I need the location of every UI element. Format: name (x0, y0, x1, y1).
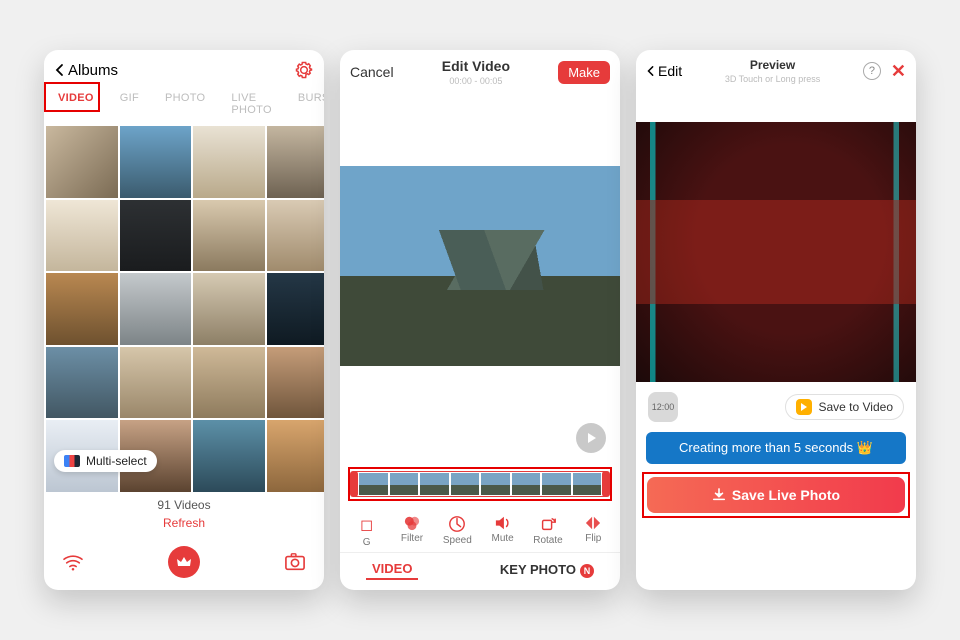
media-grid (44, 126, 324, 492)
timeline-thumb (481, 473, 510, 495)
grid-item[interactable] (46, 347, 118, 419)
chevron-left-icon (646, 64, 656, 78)
refresh-button[interactable]: Refresh (44, 516, 324, 530)
tab-burst[interactable]: BURST (292, 88, 324, 120)
grid-item[interactable] (193, 347, 265, 419)
grid-item[interactable] (267, 200, 324, 272)
multiselect-button[interactable]: Multi-select (54, 450, 157, 472)
grid-item[interactable] (46, 273, 118, 345)
tool-mute[interactable]: Mute (481, 515, 525, 548)
grid-item[interactable] (120, 126, 192, 198)
screen-album: Albums VIDEO GIF PHOTO LIVE PHOTO BURST (44, 50, 324, 590)
tool-filter[interactable]: Filter (390, 515, 434, 548)
trim-slider[interactable] (352, 471, 608, 497)
tool-speed[interactable]: Speed (435, 515, 479, 548)
bottom-tab-keyphoto[interactable]: KEY PHOTON (500, 562, 594, 578)
timeline-thumb (359, 473, 388, 495)
play-icon (585, 432, 597, 444)
mute-icon (494, 515, 512, 531)
edit-title: Edit Video (442, 58, 510, 74)
grid-item[interactable] (193, 126, 265, 198)
tool-flip[interactable]: Flip (571, 515, 615, 548)
bottom-tab-video[interactable]: VIDEO (366, 559, 418, 580)
grid-item[interactable] (120, 200, 192, 272)
tab-gif[interactable]: GIF (114, 88, 145, 120)
new-badge: N (580, 564, 594, 578)
tab-photo[interactable]: PHOTO (159, 88, 211, 120)
trim-highlight-box (348, 467, 612, 501)
live-photo-preview[interactable] (636, 122, 916, 382)
grid-item[interactable] (46, 126, 118, 198)
camera-icon[interactable] (284, 552, 306, 572)
premium-button[interactable] (168, 546, 200, 578)
multiselect-icon (64, 455, 80, 467)
gear-icon (294, 60, 314, 80)
play-button[interactable] (576, 423, 606, 453)
back-albums[interactable]: Albums (54, 62, 118, 79)
grid-item[interactable] (193, 273, 265, 345)
video-preview[interactable] (340, 166, 620, 366)
grid-item[interactable] (267, 273, 324, 345)
timeline-thumb (390, 473, 419, 495)
grid-item[interactable] (120, 273, 192, 345)
grid-item[interactable] (267, 420, 324, 492)
multiselect-label: Multi-select (86, 454, 147, 468)
tool-rotate[interactable]: Rotate (526, 515, 570, 548)
crown-icon (176, 555, 192, 569)
video-icon (796, 399, 812, 415)
video-count-label: 91 Videos (44, 498, 324, 512)
chevron-left-icon (54, 63, 66, 77)
tab-livephoto[interactable]: LIVE PHOTO (225, 88, 277, 120)
time-range-label: 00:00 - 00:05 (442, 76, 510, 86)
make-button[interactable]: Make (558, 61, 610, 84)
screen-edit-video: Cancel Edit Video 00:00 - 00:05 Make ◻G … (340, 50, 620, 590)
timeline-thumb (573, 473, 602, 495)
tool-bg[interactable]: ◻G (345, 515, 389, 548)
save-to-video-button[interactable]: Save to Video (785, 394, 904, 420)
duration-badge[interactable]: 12:00 (648, 392, 678, 422)
grid-item[interactable] (193, 200, 265, 272)
grid-item[interactable] (46, 200, 118, 272)
timeline-thumb (451, 473, 480, 495)
save-highlight-box: Save Live Photo (642, 472, 910, 518)
flip-icon (584, 515, 602, 531)
grid-item[interactable] (267, 347, 324, 419)
grid-item[interactable] (193, 420, 265, 492)
settings-button[interactable] (294, 60, 314, 80)
close-button[interactable]: ✕ (891, 61, 906, 82)
timeline-thumb (512, 473, 541, 495)
wifi-icon[interactable] (62, 553, 84, 571)
info-banner: Creating more than 5 seconds 👑 (646, 432, 906, 464)
back-label: Albums (68, 62, 118, 79)
filter-icon (403, 515, 421, 531)
tool-row: ◻G Filter Speed Mute Rotate Flip (340, 509, 620, 552)
preview-subtitle: 3D Touch or Long press (725, 74, 820, 84)
grid-item[interactable] (267, 126, 324, 198)
screen-preview: Edit Preview 3D Touch or Long press ? ✕ … (636, 50, 916, 590)
speed-icon (448, 515, 466, 533)
timeline-thumb (420, 473, 449, 495)
download-icon (712, 488, 726, 502)
rotate-icon (539, 515, 557, 533)
save-live-photo-button[interactable]: Save Live Photo (647, 477, 905, 513)
help-button[interactable]: ? (863, 62, 881, 80)
category-tabs: VIDEO GIF PHOTO LIVE PHOTO BURST (44, 84, 324, 126)
grid-item[interactable] (120, 347, 192, 419)
preview-title: Preview (725, 58, 820, 72)
tab-video[interactable]: VIDEO (52, 88, 100, 120)
back-edit[interactable]: Edit (646, 63, 682, 79)
bottom-toolbar (44, 538, 324, 590)
timeline-thumb (542, 473, 571, 495)
cancel-button[interactable]: Cancel (350, 64, 394, 80)
